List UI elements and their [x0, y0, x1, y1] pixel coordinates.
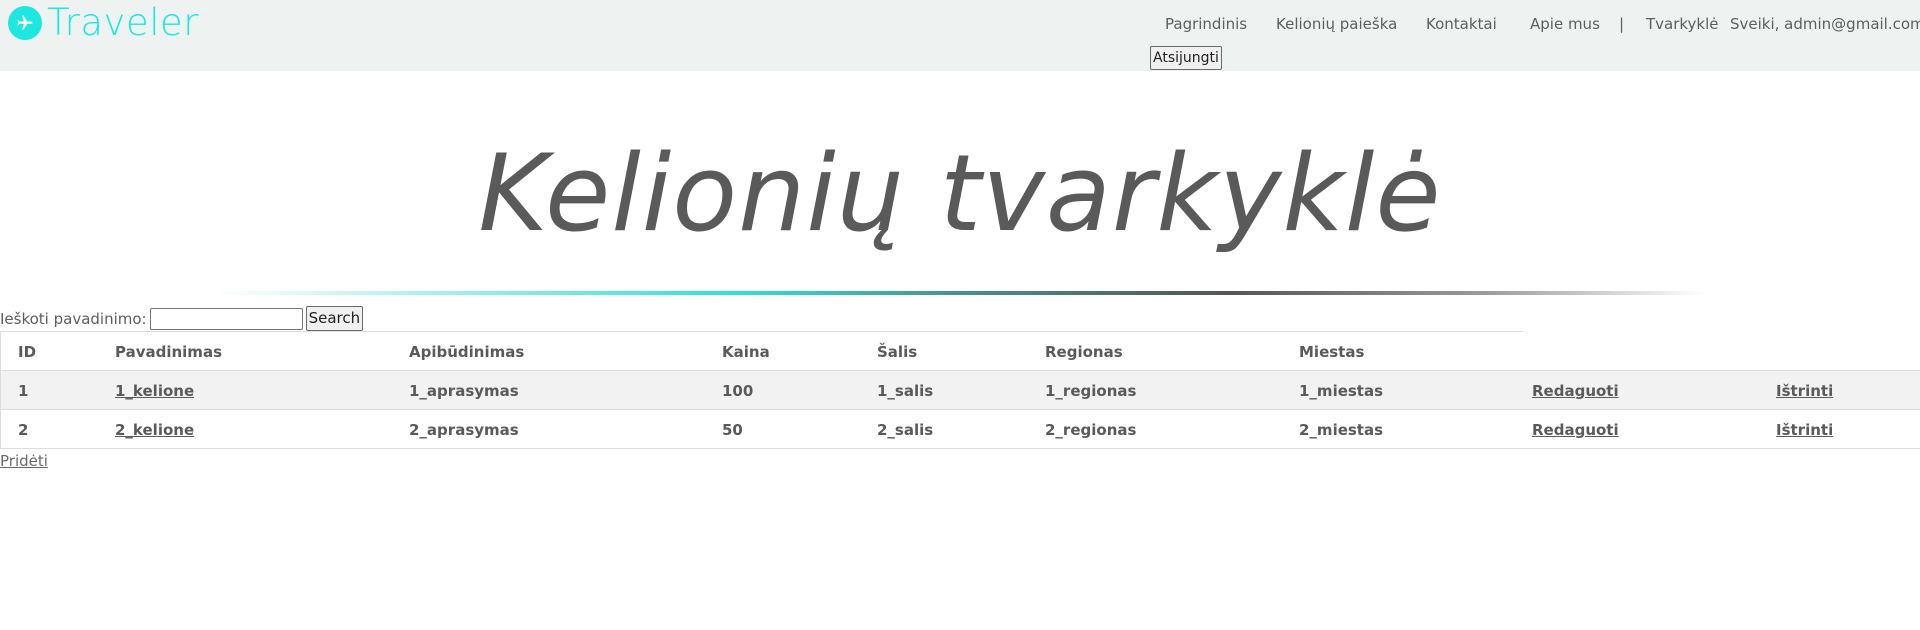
logo[interactable]: Traveler — [8, 4, 199, 41]
cell-region: 2_regionas — [1045, 421, 1137, 439]
column-header-name: Pavadinimas — [115, 343, 222, 361]
airplane-icon — [8, 5, 42, 40]
logout-button[interactable]: Atsijungti — [1150, 46, 1222, 70]
nav-item-tvarkykle[interactable]: Tvarkyklė — [1646, 15, 1719, 33]
nav-item-pagrindinis[interactable]: Pagrindinis — [1165, 15, 1247, 33]
logo-text: Traveler — [47, 1, 199, 44]
search-form: Ieškoti pavadinimo: Search — [0, 306, 364, 331]
cell-price: 100 — [722, 382, 754, 400]
cell-region: 1_regionas — [1045, 382, 1137, 400]
column-header-description: Apibūdinimas — [409, 343, 525, 361]
table-header-row: ID Pavadinimas Apibūdinimas Kaina Šalis … — [0, 331, 1523, 370]
page-title: Kelionių tvarkyklė — [478, 132, 1442, 255]
nav-separator: | — [1619, 15, 1625, 33]
column-header-country: Šalis — [877, 343, 918, 361]
cell-city: 2_miestas — [1299, 421, 1384, 439]
edit-link[interactable]: Redaguoti — [1532, 382, 1619, 400]
cell-description: 2_aprasymas — [409, 421, 519, 439]
top-navbar: Traveler Pagrindinis Kelionių paieška Ko… — [0, 0, 1920, 71]
column-header-region: Regionas — [1045, 343, 1123, 361]
nav-item-apie-mus[interactable]: Apie mus — [1530, 15, 1600, 33]
cell-city: 1_miestas — [1299, 382, 1384, 400]
delete-link[interactable]: Ištrinti — [1776, 421, 1833, 439]
trip-name-link[interactable]: 1_kelione — [115, 382, 194, 400]
user-greeting: Sveiki, admin@gmail.com! — [1730, 15, 1920, 33]
trip-name-link[interactable]: 2_kelione — [115, 421, 194, 439]
search-input[interactable] — [149, 307, 303, 330]
cell-id: 1 — [18, 382, 29, 400]
edit-link[interactable]: Redaguoti — [1532, 421, 1619, 439]
nav-item-keloniu-paieska[interactable]: Kelionių paieška — [1276, 15, 1397, 33]
delete-link[interactable]: Ištrinti — [1776, 382, 1833, 400]
cell-country: 1_salis — [877, 382, 934, 400]
column-header-city: Miestas — [1299, 343, 1365, 361]
column-header-price: Kaina — [722, 343, 770, 361]
gradient-divider — [215, 291, 1705, 295]
cell-description: 1_aprasymas — [409, 382, 519, 400]
cell-price: 50 — [722, 421, 743, 439]
cell-id: 2 — [18, 421, 29, 439]
column-header-id: ID — [18, 343, 37, 361]
cell-country: 2_salis — [877, 421, 934, 439]
nav-item-kontaktai[interactable]: Kontaktai — [1426, 15, 1497, 33]
add-trip-link[interactable]: Pridėti — [0, 452, 48, 470]
table-row: 1 1_kelione 1_aprasymas 100 1_salis 1_re… — [0, 370, 1920, 409]
search-button[interactable]: Search — [305, 306, 364, 331]
search-label: Ieškoti pavadinimo: — [0, 309, 147, 328]
table-row: 2 2_kelione 2_aprasymas 50 2_salis 2_reg… — [0, 409, 1920, 449]
